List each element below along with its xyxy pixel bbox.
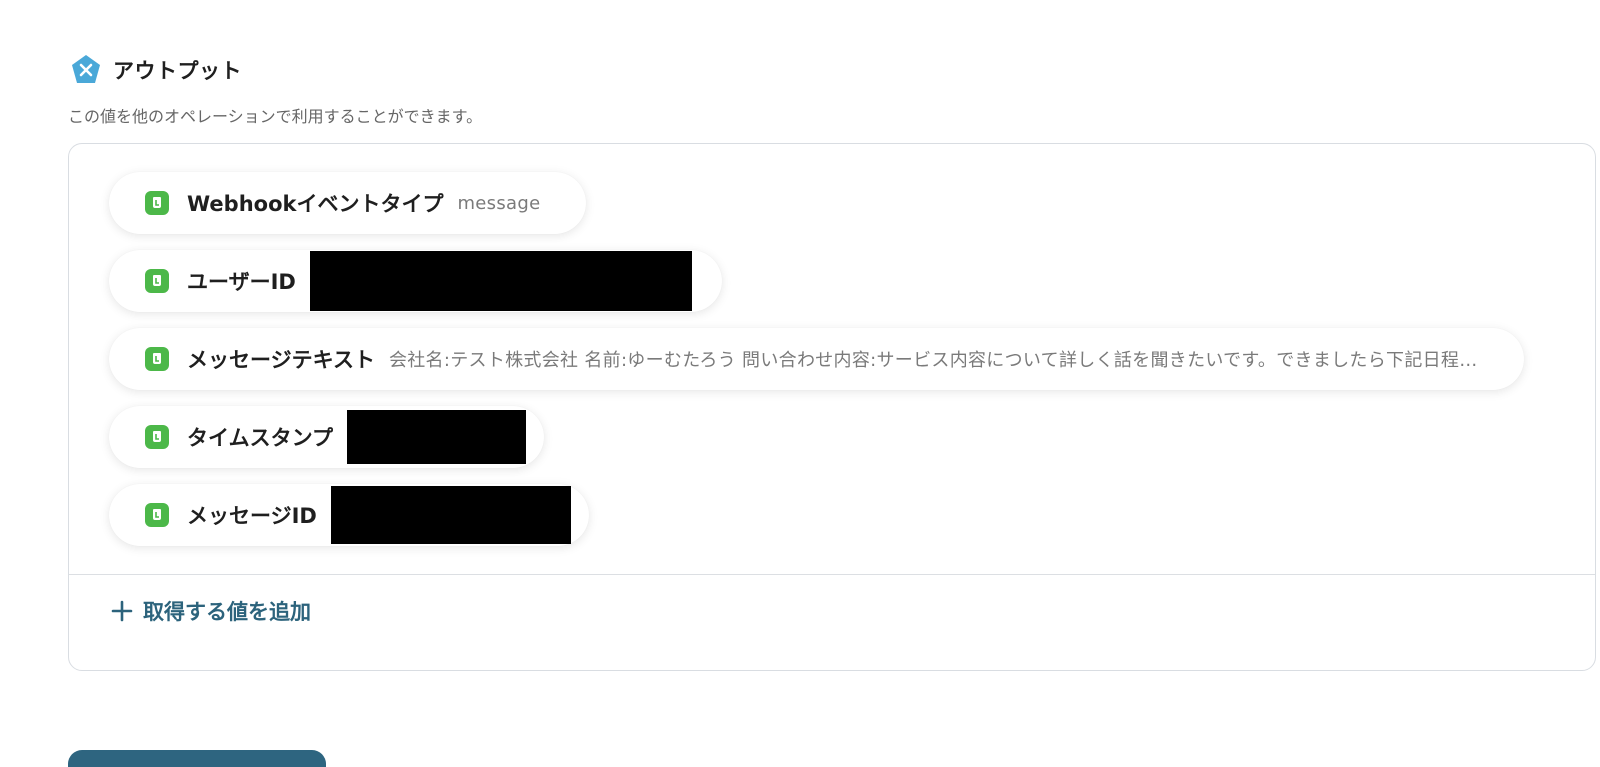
line-app-icon bbox=[145, 425, 169, 449]
line-app-icon bbox=[145, 191, 169, 215]
line-app-icon bbox=[145, 347, 169, 371]
plus-icon bbox=[111, 600, 133, 622]
output-list: Webhookイベントタイプ message ユーザーID メッセージテキスト … bbox=[109, 172, 1555, 562]
primary-action-button[interactable] bbox=[68, 750, 326, 767]
output-item-webhook-event-type[interactable]: Webhookイベントタイプ message bbox=[109, 172, 587, 234]
output-item-label: タイムスタンプ bbox=[187, 426, 333, 450]
output-settings-page: アウトプット この値を他のオペレーションで利用することができます。 Webhoo… bbox=[0, 0, 1600, 767]
output-item-label: Webhookイベントタイプ bbox=[187, 192, 444, 216]
redacted-value bbox=[346, 410, 526, 464]
redacted-value bbox=[309, 251, 692, 311]
output-item-message-text[interactable]: メッセージテキスト 会社名:テスト株式会社 名前:ゆーむたろう 問い合わせ内容:… bbox=[109, 328, 1524, 390]
add-value-label: 取得する値を追加 bbox=[143, 600, 311, 624]
output-item-value: message bbox=[457, 192, 541, 214]
output-item-user-id[interactable]: ユーザーID bbox=[109, 250, 722, 312]
output-item-message-id[interactable]: メッセージID bbox=[109, 484, 589, 546]
output-item-label: メッセージID bbox=[187, 504, 317, 528]
output-item-timestamp[interactable]: タイムスタンプ bbox=[109, 406, 544, 468]
output-panel: Webhookイベントタイプ message ユーザーID メッセージテキスト … bbox=[68, 143, 1596, 671]
section-title: アウトプット bbox=[113, 59, 242, 83]
variable-x-icon bbox=[69, 53, 103, 87]
output-item-label: ユーザーID bbox=[187, 270, 296, 294]
output-item-label: メッセージテキスト bbox=[187, 348, 375, 372]
section-header: アウトプット bbox=[69, 53, 242, 87]
output-item-value: 会社名:テスト株式会社 名前:ゆーむたろう 問い合わせ内容:サービス内容について… bbox=[388, 350, 1478, 371]
add-value-button[interactable]: 取得する値を追加 bbox=[111, 596, 311, 626]
redacted-value bbox=[330, 486, 571, 544]
panel-divider bbox=[69, 574, 1595, 575]
section-description: この値を他のオペレーションで利用することができます。 bbox=[68, 107, 483, 126]
line-app-icon bbox=[145, 269, 169, 293]
line-app-icon bbox=[145, 503, 169, 527]
